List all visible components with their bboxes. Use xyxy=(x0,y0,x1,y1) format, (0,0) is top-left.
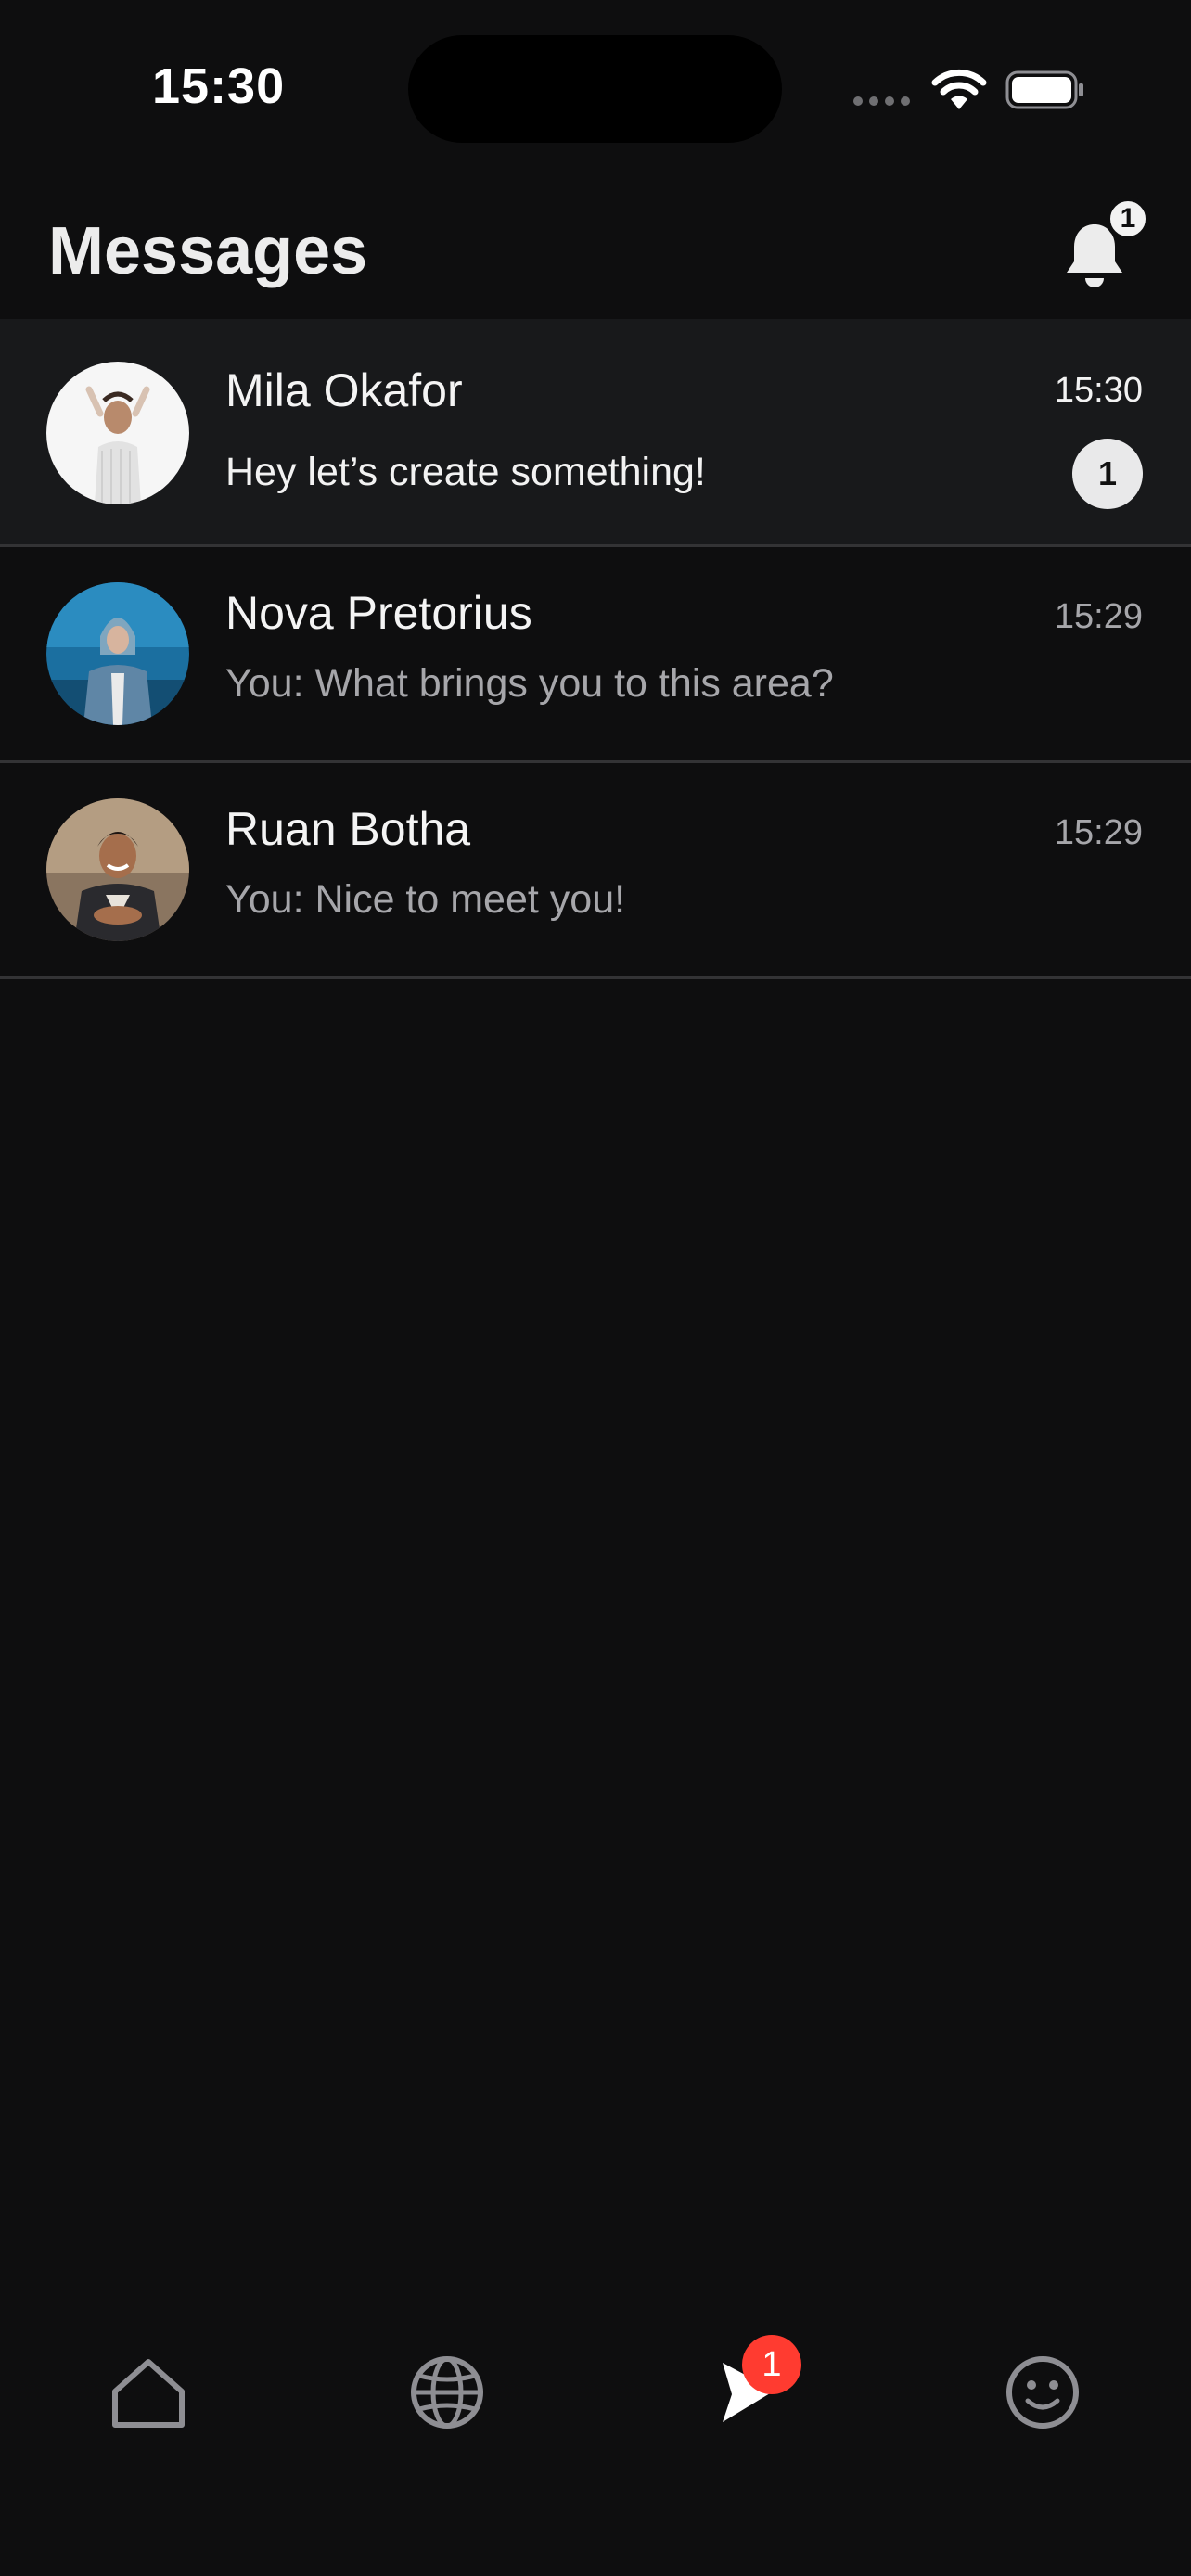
avatar xyxy=(46,798,189,941)
wifi-icon xyxy=(931,69,987,109)
header: Messages 1 xyxy=(0,176,1191,319)
contact-name: Mila Okafor xyxy=(225,364,463,416)
message-time: 15:30 xyxy=(1054,371,1143,410)
message-preview: You: Nice to meet you! xyxy=(225,877,626,922)
message-time: 15:29 xyxy=(1054,597,1143,636)
conversation-row[interactable]: Ruan Botha You: Nice to meet you! 15:29 xyxy=(0,763,1191,979)
message-time: 15:29 xyxy=(1054,813,1143,852)
tab-home[interactable] xyxy=(93,2327,204,2457)
tab-profile[interactable] xyxy=(987,2327,1098,2457)
avatar xyxy=(46,362,189,504)
notifications-badge: 1 xyxy=(1106,197,1150,241)
conversation-row[interactable]: Mila Okafor Hey let’s create something! … xyxy=(0,319,1191,547)
conversation-row[interactable]: Nova Pretorius You: What brings you to t… xyxy=(0,547,1191,763)
smiley-icon xyxy=(1006,2356,1079,2429)
contact-name: Ruan Botha xyxy=(225,803,471,855)
status-time: 15:30 xyxy=(152,58,286,114)
globe-icon xyxy=(411,2356,483,2429)
tab-messages[interactable]: 1 xyxy=(686,2327,801,2457)
status-bar: 15:30 xyxy=(0,0,1191,176)
battery-icon xyxy=(1005,70,1083,109)
unread-count-badge: 1 xyxy=(1072,439,1143,509)
tab-bar: 1 xyxy=(0,2327,1191,2457)
message-preview: You: What brings you to this area? xyxy=(225,661,834,706)
message-preview: Hey let’s create something! xyxy=(225,450,706,494)
messages-tab-badge: 1 xyxy=(742,2335,801,2394)
contact-name: Nova Pretorius xyxy=(225,587,532,639)
dynamic-island xyxy=(408,35,782,143)
home-icon xyxy=(112,2359,185,2428)
messages-screen: 15:30 Messages 1 Mila Okafor Hey let’s c… xyxy=(0,0,1191,2576)
conversation-list: Mila Okafor Hey let’s create something! … xyxy=(0,319,1191,979)
tab-explore[interactable] xyxy=(391,2327,503,2457)
avatar xyxy=(46,582,189,725)
page-title: Messages xyxy=(48,214,368,288)
cellular-signal-icon xyxy=(853,96,910,106)
notifications-button[interactable]: 1 xyxy=(1057,197,1150,299)
